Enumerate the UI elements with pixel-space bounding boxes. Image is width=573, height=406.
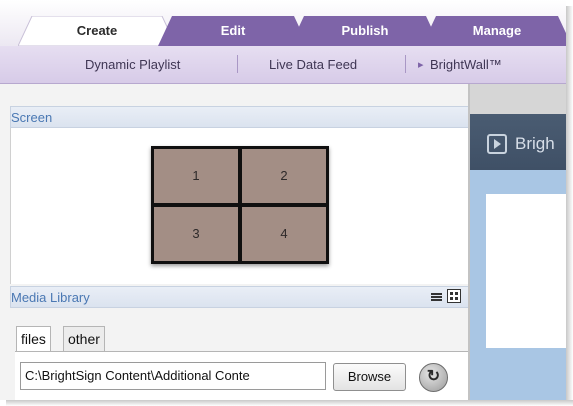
media-library-title: Media Library xyxy=(11,290,90,305)
nav-separator xyxy=(237,55,238,73)
zone-cell[interactable]: 2 xyxy=(242,149,326,203)
tab-other[interactable]: other xyxy=(63,326,105,352)
zone-cell[interactable]: 4 xyxy=(242,207,326,261)
app-window: Create Edit Publish Manage Dynamic Playl… xyxy=(0,0,566,400)
grid-view-icon[interactable] xyxy=(447,289,461,303)
zone-cell[interactable]: 1 xyxy=(154,149,238,203)
nav-dynamic-playlist[interactable]: Dynamic Playlist xyxy=(85,57,180,72)
tab-create[interactable]: Create xyxy=(18,16,176,46)
list-view-icon[interactable] xyxy=(431,288,442,308)
refresh-icon[interactable]: ↻ xyxy=(419,363,448,392)
play-icon[interactable] xyxy=(487,134,507,154)
nav-live-data-feed[interactable]: Live Data Feed xyxy=(269,57,357,72)
nav-separator xyxy=(405,55,406,73)
zone-cell[interactable]: 3 xyxy=(154,207,238,261)
tab-manage[interactable]: Manage xyxy=(422,16,566,46)
screen-panel-title: Screen xyxy=(11,110,53,125)
sub-navigation: Dynamic Playlist Live Data Feed ▸ Bright… xyxy=(0,46,566,84)
main-tab-bar: Create Edit Publish Manage xyxy=(0,0,566,46)
preview-panel: Brigh xyxy=(470,84,566,400)
preview-canvas xyxy=(486,194,566,348)
nav-brightwall[interactable]: BrightWall™ xyxy=(430,57,502,72)
window-shadow xyxy=(6,400,573,406)
folder-path-field[interactable]: C:\BrightSign Content\Additional Conte xyxy=(20,362,326,390)
browse-button[interactable]: Browse xyxy=(333,363,406,391)
window-shadow xyxy=(566,6,573,406)
tab-publish[interactable]: Publish xyxy=(290,16,440,46)
preview-title: Brigh xyxy=(515,134,555,153)
screen-layout-grid: 1 2 3 4 xyxy=(151,146,329,264)
tab-files[interactable]: files xyxy=(16,326,51,352)
tab-edit[interactable]: Edit xyxy=(158,16,308,46)
screen-panel-header: Screen xyxy=(10,106,470,128)
media-library-header: Media Library xyxy=(10,286,470,308)
nav-bullet-icon: ▸ xyxy=(418,59,424,71)
